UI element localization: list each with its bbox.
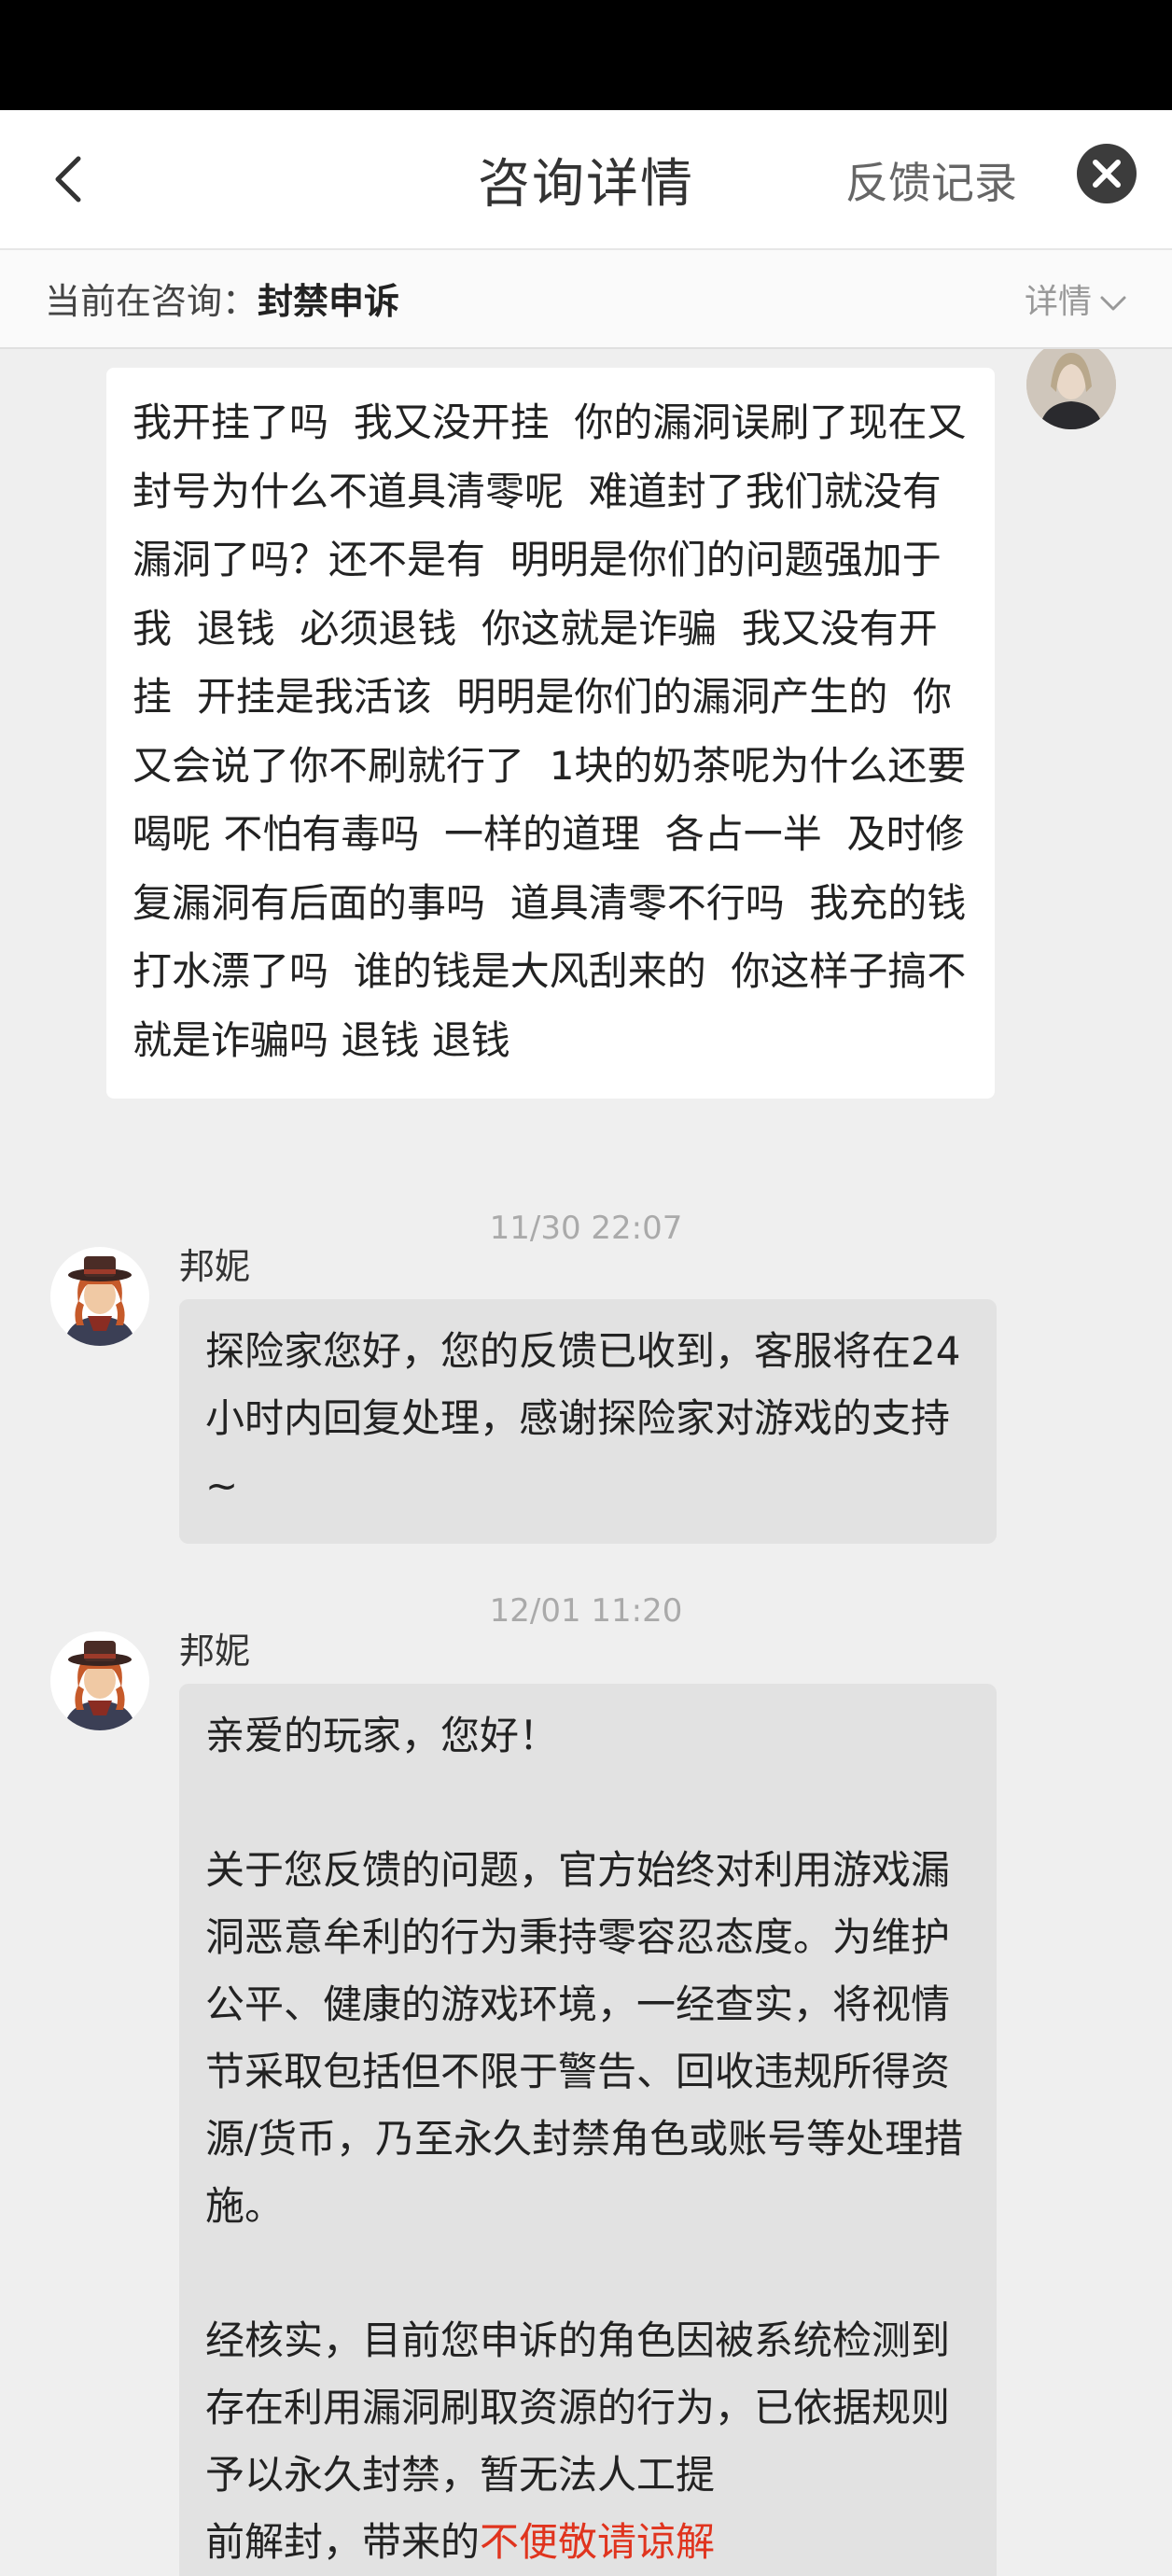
agent-avatar-icon xyxy=(50,1631,149,1730)
consult-topic-bar: 当前在咨询：封禁申诉 详情 xyxy=(0,250,1172,349)
agent-message-paragraph: 亲爱的玩家，您好！ xyxy=(205,1713,559,1758)
agent-name: 邦妮 xyxy=(179,1631,251,1672)
consult-topic: 当前在咨询：封禁申诉 xyxy=(45,273,399,324)
chevron-down-icon xyxy=(1100,296,1126,311)
agent-message-paragraph: 关于您反馈的问题，官方始终对利用游戏漏洞恶意牟利的行为秉持零容忍态度。为维护公平… xyxy=(205,1847,964,2229)
agent-message-bubble: 探险家您好，您的反馈已收到，客服将在24小时内回复处理，感谢探险家对游戏的支持~ xyxy=(179,1299,997,1544)
agent-message-paragraph: 经核实，目前您申诉的角色因被系统检测到存在利用漏洞刷取资源的行为，已依据规则予以… xyxy=(205,2317,951,2498)
timestamp: 12/01 11:20 xyxy=(489,1592,683,1630)
details-label: 详情 xyxy=(1024,283,1092,321)
consult-label: 当前在咨询： xyxy=(45,281,258,322)
highlighted-text: 不便敬请谅解 xyxy=(480,2519,716,2565)
consult-value: 封禁申诉 xyxy=(258,281,400,322)
details-toggle[interactable]: 详情 xyxy=(1025,274,1127,323)
agent-message-paragraph: 前解封，带来的不便敬请谅解 xyxy=(205,2509,970,2576)
nav-bar: 咨询详情 反馈记录 xyxy=(0,110,1172,250)
feedback-record-link[interactable]: 反馈记录 xyxy=(845,149,1017,211)
close-icon xyxy=(1093,160,1121,188)
user-avatar-icon xyxy=(1026,349,1116,429)
close-button[interactable] xyxy=(1077,144,1137,203)
agent-avatar-icon xyxy=(50,1247,149,1346)
status-bar xyxy=(0,0,1172,110)
timestamp: 11/30 22:07 xyxy=(489,1210,683,1247)
chat-area[interactable]: 我开挂了吗 我又没开挂 你的漏洞误刷了现在又封号为什么不道具清零呢 难道封了我们… xyxy=(0,349,1172,2576)
agent-message-text: 前解封，带来的 xyxy=(205,2519,481,2565)
user-message-bubble: 我开挂了吗 我又没开挂 你的漏洞误刷了现在又封号为什么不道具清零呢 难道封了我们… xyxy=(106,368,995,1099)
agent-name: 邦妮 xyxy=(179,1246,251,1287)
agent-message-bubble: 亲爱的玩家，您好！ 关于您反馈的问题，官方始终对利用游戏漏洞恶意牟利的行为秉持零容… xyxy=(179,1684,997,2576)
agent-message-text: 探险家您好，您的反馈已收到，客服将在24小时内回复处理，感谢探险家对游戏的支持~ xyxy=(205,1328,961,1508)
